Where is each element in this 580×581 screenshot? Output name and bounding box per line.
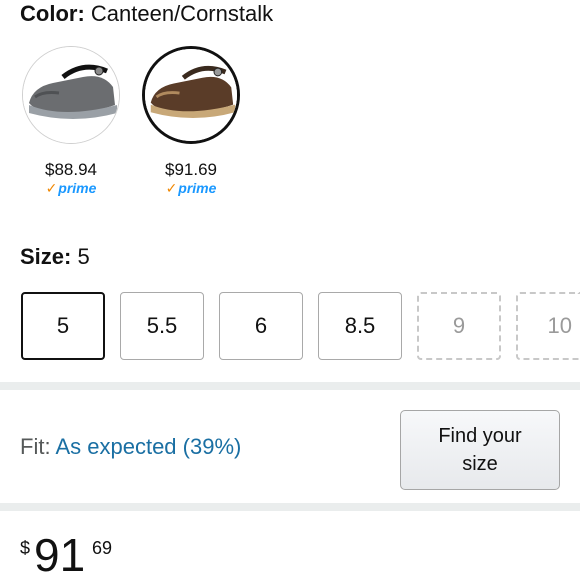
prime-badge: ✓prime bbox=[141, 180, 241, 196]
shoe-thumbnail-grey[interactable] bbox=[22, 46, 120, 144]
size-label: Size: bbox=[20, 244, 72, 269]
price-whole: 91 bbox=[34, 529, 86, 581]
size-value: 5 bbox=[77, 244, 90, 269]
prime-label: prime bbox=[58, 180, 97, 196]
find-your-size-button[interactable]: Find your size bbox=[400, 410, 560, 490]
size-option-8-5[interactable]: 8.5 bbox=[318, 292, 402, 360]
swatch-price: $88.94 bbox=[45, 160, 97, 179]
color-selection-label: Color: Canteen/Cornstalk bbox=[20, 0, 273, 28]
shoe-image bbox=[23, 47, 119, 143]
section-divider bbox=[0, 503, 580, 511]
prime-check-icon: ✓ bbox=[45, 180, 58, 196]
prime-badge: ✓prime bbox=[21, 180, 121, 196]
fit-link[interactable]: As expected (39%) bbox=[55, 434, 241, 459]
color-swatch-brown[interactable]: $91.69 ✓prime bbox=[141, 46, 241, 196]
prime-label: prime bbox=[178, 180, 217, 196]
color-value: Canteen/Cornstalk bbox=[90, 1, 274, 26]
prime-check-icon: ✓ bbox=[165, 180, 178, 196]
size-option-5-5[interactable]: 5.5 bbox=[120, 292, 204, 360]
swatch-price: $91.69 bbox=[165, 160, 217, 179]
size-selection-label: Size: 5 bbox=[20, 243, 90, 271]
shoe-image bbox=[145, 49, 237, 141]
section-divider bbox=[0, 382, 580, 390]
shoe-thumbnail-brown[interactable] bbox=[142, 46, 240, 144]
color-swatch-grey[interactable]: $88.94 ✓prime bbox=[21, 46, 121, 196]
size-option-9[interactable]: 9 bbox=[417, 292, 501, 360]
price-fraction: 69 bbox=[92, 538, 113, 558]
color-label: Color: bbox=[20, 1, 85, 26]
fit-info: Fit: As expected (39%) bbox=[20, 433, 241, 461]
size-option-5[interactable]: 5 bbox=[21, 292, 105, 360]
size-option-6[interactable]: 6 bbox=[219, 292, 303, 360]
size-option-10[interactable]: 10 bbox=[516, 292, 580, 360]
fit-label: Fit: bbox=[20, 434, 51, 459]
price-currency: $ bbox=[20, 538, 31, 558]
